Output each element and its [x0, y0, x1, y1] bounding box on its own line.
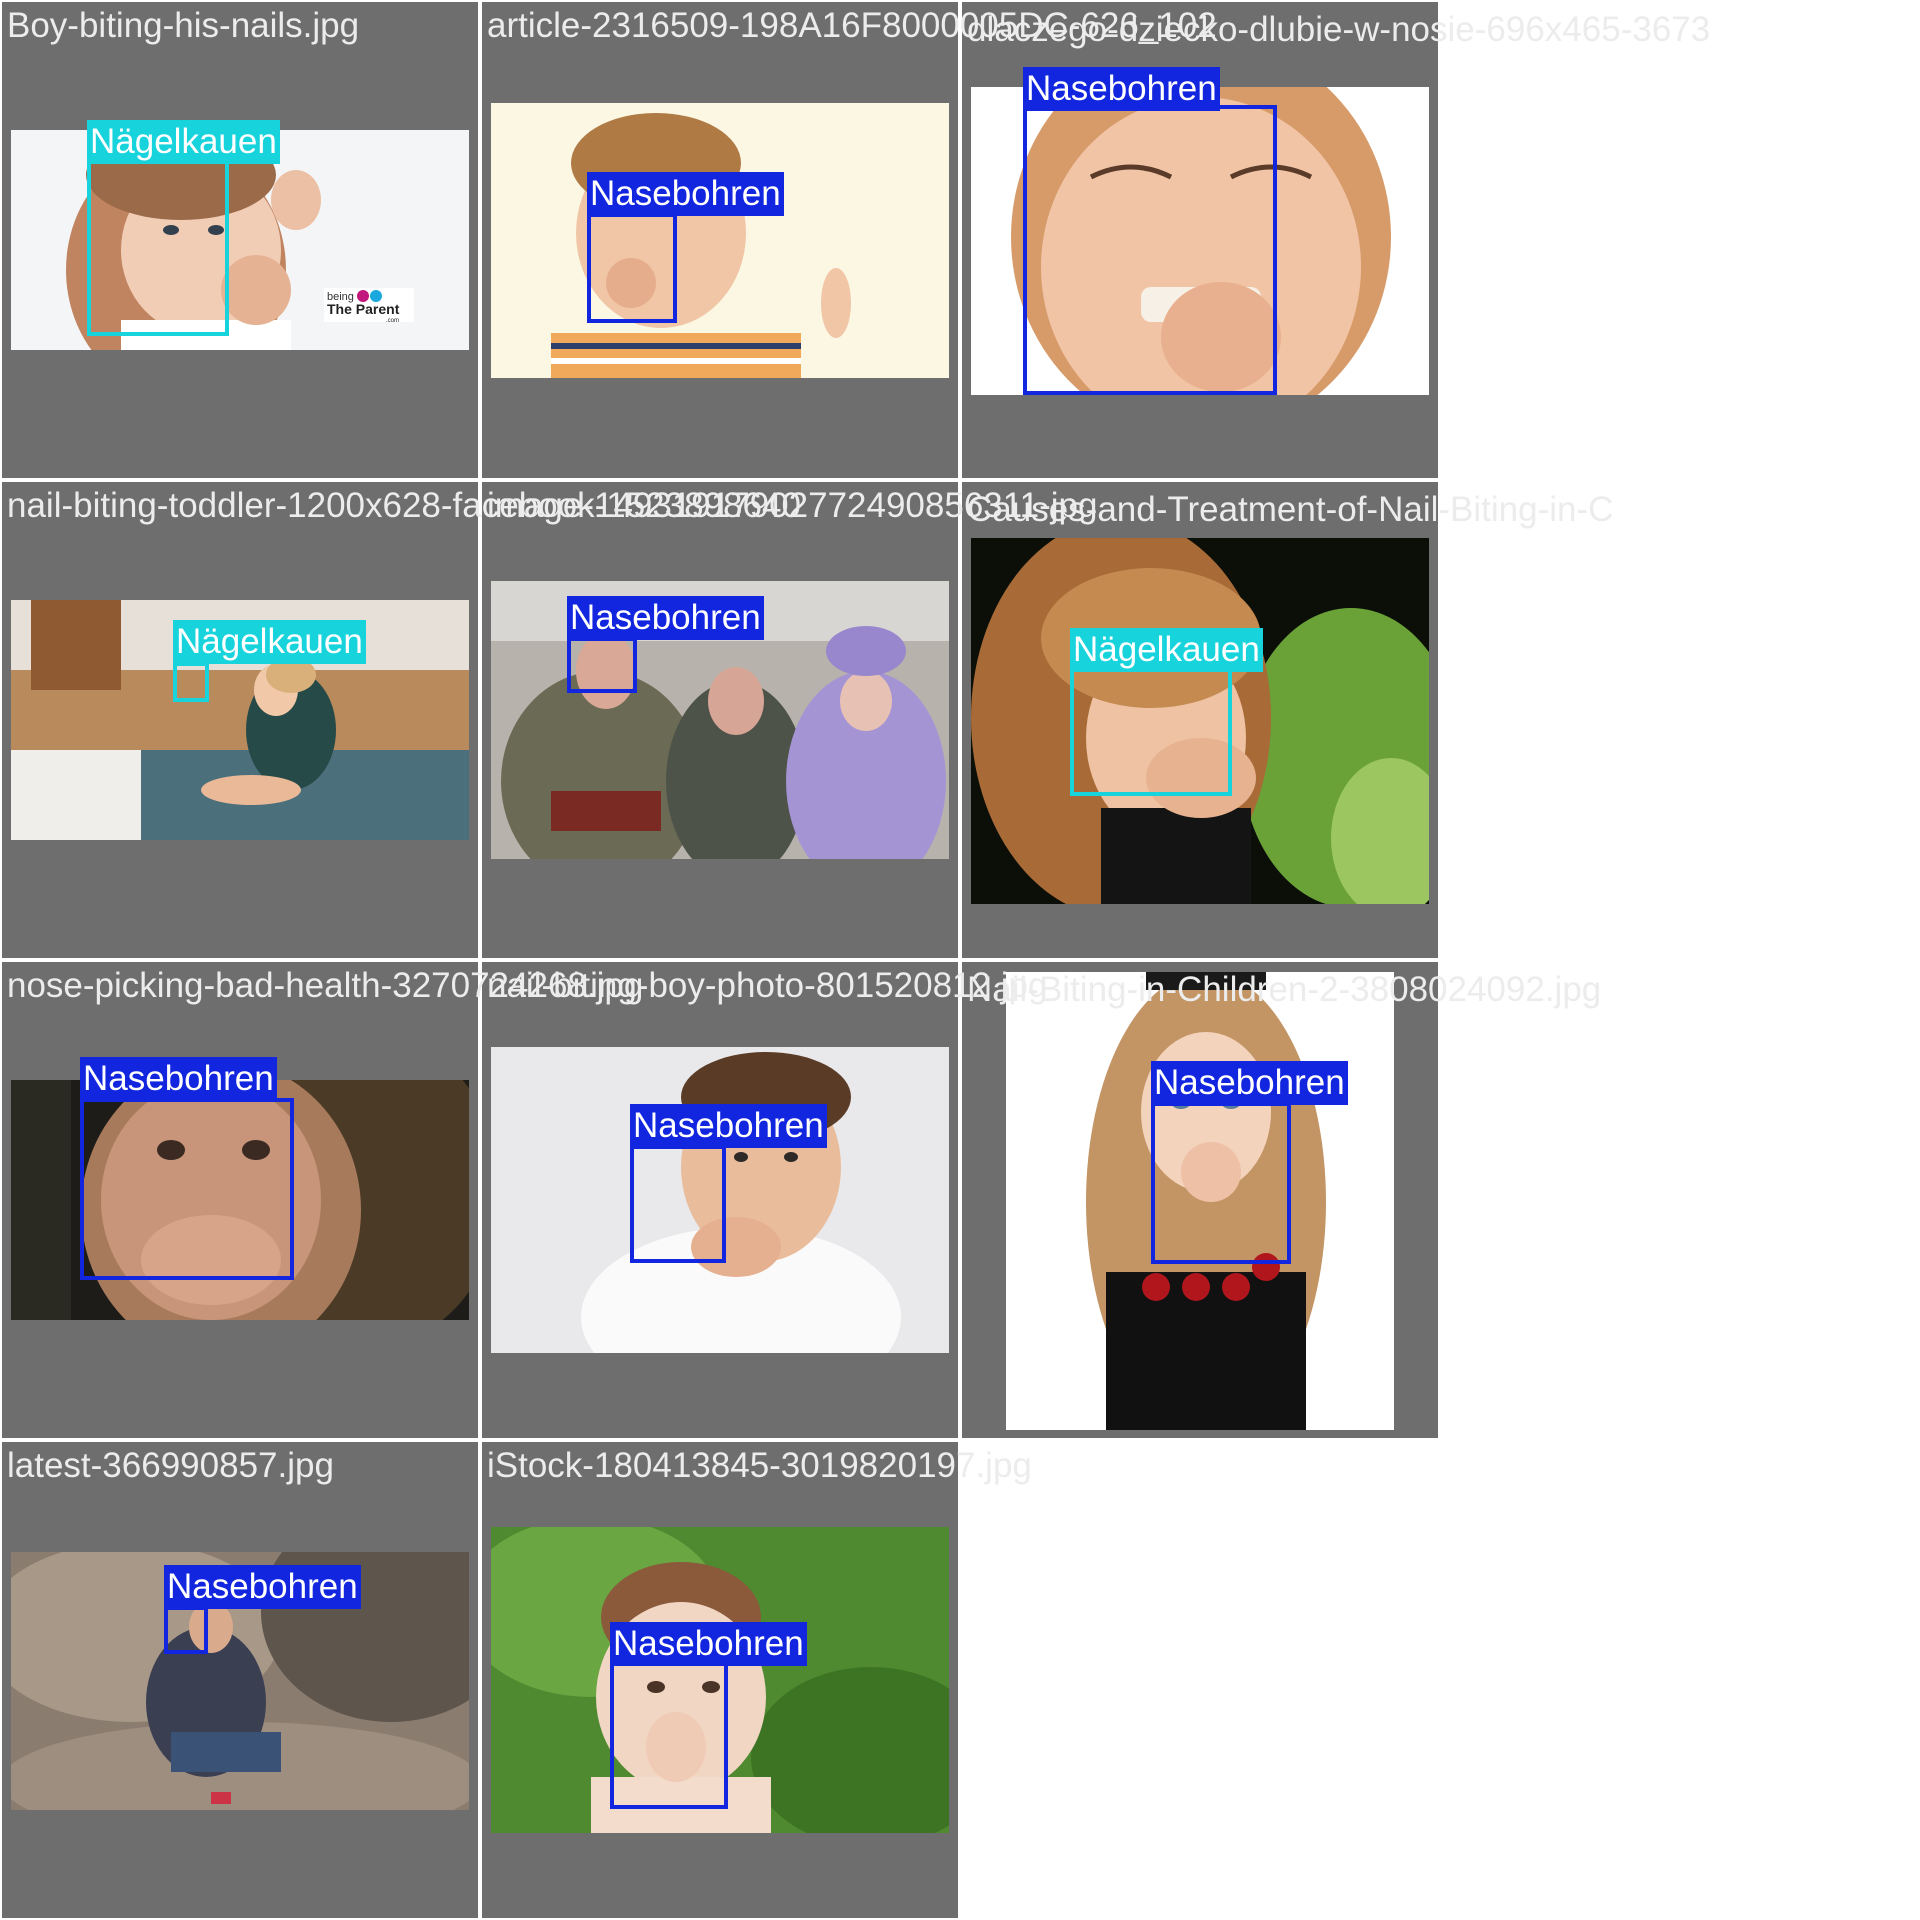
detection-label: Nasebohren	[80, 1057, 277, 1101]
filename-label: nail-biting-boy-photo-801520812.jpg	[487, 966, 1048, 1005]
image-tile: Nasebohren	[962, 962, 1438, 1438]
image-tile: Nasebohren latest-366990857.jpg	[2, 1442, 478, 1918]
watermark-line3: .com	[386, 318, 399, 324]
image-tile: Nägelkauen	[962, 482, 1438, 958]
detection-box	[1070, 668, 1232, 796]
detection-box	[164, 1606, 208, 1654]
detection-label: Nägelkauen	[173, 620, 366, 664]
detection-label: Nägelkauen	[1070, 628, 1263, 672]
detection-label: Nasebohren	[164, 1565, 361, 1609]
image-tile: being The Parent .com Nägelkauen Boy-bit…	[2, 2, 478, 478]
filename-label: Nail-Biting-in-Children-2-3808024092.jpg	[967, 970, 1602, 1009]
watermark-line2: The Parent	[327, 301, 400, 317]
detection-box	[587, 213, 677, 323]
detection-label: Nasebohren	[567, 596, 764, 640]
detection-grid: { "colors": { "tile_bg": "#6e6e6e", "fil…	[0, 0, 1920, 1920]
image-tile: Nasebohren nail-biting-boy-photo-8015208…	[482, 962, 1047, 1438]
detection-box	[80, 1098, 294, 1280]
filename-label: latest-366990857.jpg	[7, 1446, 334, 1485]
filename-label: Boy-biting-his-nails.jpg	[7, 6, 360, 45]
detection-box	[610, 1659, 728, 1809]
detection-label: Nasebohren	[1151, 1061, 1348, 1105]
detection-box	[1151, 1102, 1291, 1264]
detection-label: Nasebohren	[1023, 67, 1220, 111]
image-tile: Nasebohren article-2316509-198A16F800000…	[482, 2, 1217, 478]
detection-label: Nasebohren	[610, 1622, 807, 1666]
detection-label: Nägelkauen	[87, 120, 280, 164]
detection-box	[1023, 105, 1277, 395]
image-tile: Nasebohren iStock-180413845-3019820197.j…	[482, 1442, 1032, 1918]
image-tile: Nasebohren image-14931917902772490856311…	[482, 482, 1097, 958]
detection-box	[173, 662, 209, 702]
image-tile: Nägelkauen nail-biting-toddler-1200x628-…	[2, 482, 801, 958]
thumbnail-image	[491, 103, 949, 378]
filename-label: Causes-and-Treatment-of-Nail-Biting-in-C	[967, 490, 1614, 529]
detection-label: Nasebohren	[630, 1104, 827, 1148]
image-tile: Nasebohren	[962, 2, 1438, 478]
detection-box	[630, 1145, 726, 1263]
detection-box	[567, 637, 637, 693]
image-tile: Nasebohren nose-picking-bad-health-32707…	[2, 962, 643, 1438]
detection-box	[87, 160, 229, 336]
detection-label: Nasebohren	[587, 172, 784, 216]
filename-label: iStock-180413845-3019820197.jpg	[487, 1446, 1032, 1485]
filename-label: dlaczego-dziecko-dlubie-w-nosie-696x465-…	[967, 10, 1711, 49]
